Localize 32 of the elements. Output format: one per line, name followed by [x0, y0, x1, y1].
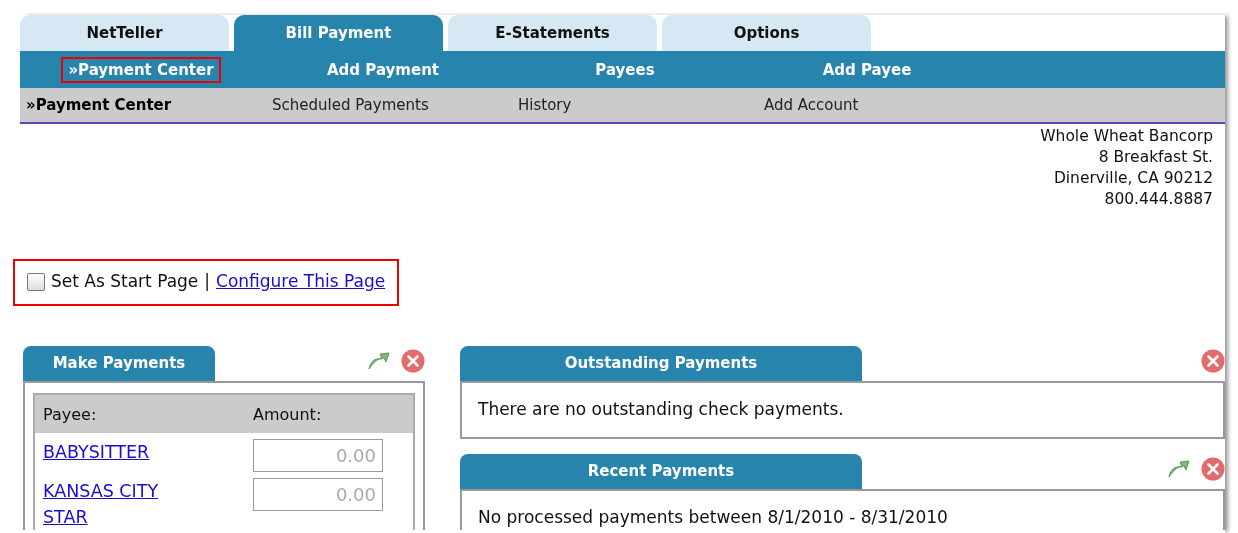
- payee-link[interactable]: KANSAS CITY STAR: [43, 477, 193, 530]
- address-line: 8 Breakfast St.: [1098, 148, 1213, 166]
- subnav-link[interactable]: »Payment Center: [26, 95, 172, 114]
- panel-message: There are no outstanding check payments.: [477, 397, 845, 421]
- column-header: Amount:: [253, 404, 322, 424]
- close-icon[interactable]: [401, 348, 425, 373]
- address-line: Dinerville, CA 90212: [1053, 169, 1213, 187]
- configure-link[interactable]: Configure This Page: [216, 269, 386, 295]
- nav-link[interactable]: Add Payee: [815, 56, 919, 83]
- address-line: Whole Wheat Bancorp: [1040, 127, 1213, 145]
- close-icon[interactable]: [1201, 457, 1225, 481]
- amount-field[interactable]: 0.00: [253, 477, 383, 511]
- separator: |: [204, 270, 211, 293]
- column-header: Payee:: [43, 404, 97, 424]
- curved-arrow-icon[interactable]: [1167, 457, 1191, 479]
- nav-link[interactable]: Add Payment: [320, 56, 446, 83]
- tab[interactable]: Bill Payment: [234, 15, 443, 51]
- amount-field[interactable]: 0.00: [253, 438, 383, 472]
- tab[interactable]: Options: [662, 15, 871, 51]
- address-line: 800.444.8887: [1104, 190, 1213, 208]
- payee-link[interactable]: BABYSITTER: [43, 438, 193, 465]
- nav-link[interactable]: Payees: [588, 56, 662, 83]
- tab[interactable]: E-Statements: [448, 15, 657, 51]
- panel-message: No processed payments between 8/1/2010 - 8/31/2010: [477, 506, 949, 529]
- close-icon[interactable]: [1201, 348, 1225, 373]
- checkbox[interactable]: [27, 272, 45, 291]
- subnav-link[interactable]: Scheduled Payments: [272, 95, 429, 114]
- checkbox-label: Set As Start Page: [51, 270, 199, 293]
- subnav-link[interactable]: History: [518, 95, 572, 114]
- tab[interactable]: NetTeller: [20, 15, 229, 51]
- subnav-link[interactable]: Add Account: [764, 95, 859, 114]
- nav-link[interactable]: »Payment Center: [61, 56, 221, 83]
